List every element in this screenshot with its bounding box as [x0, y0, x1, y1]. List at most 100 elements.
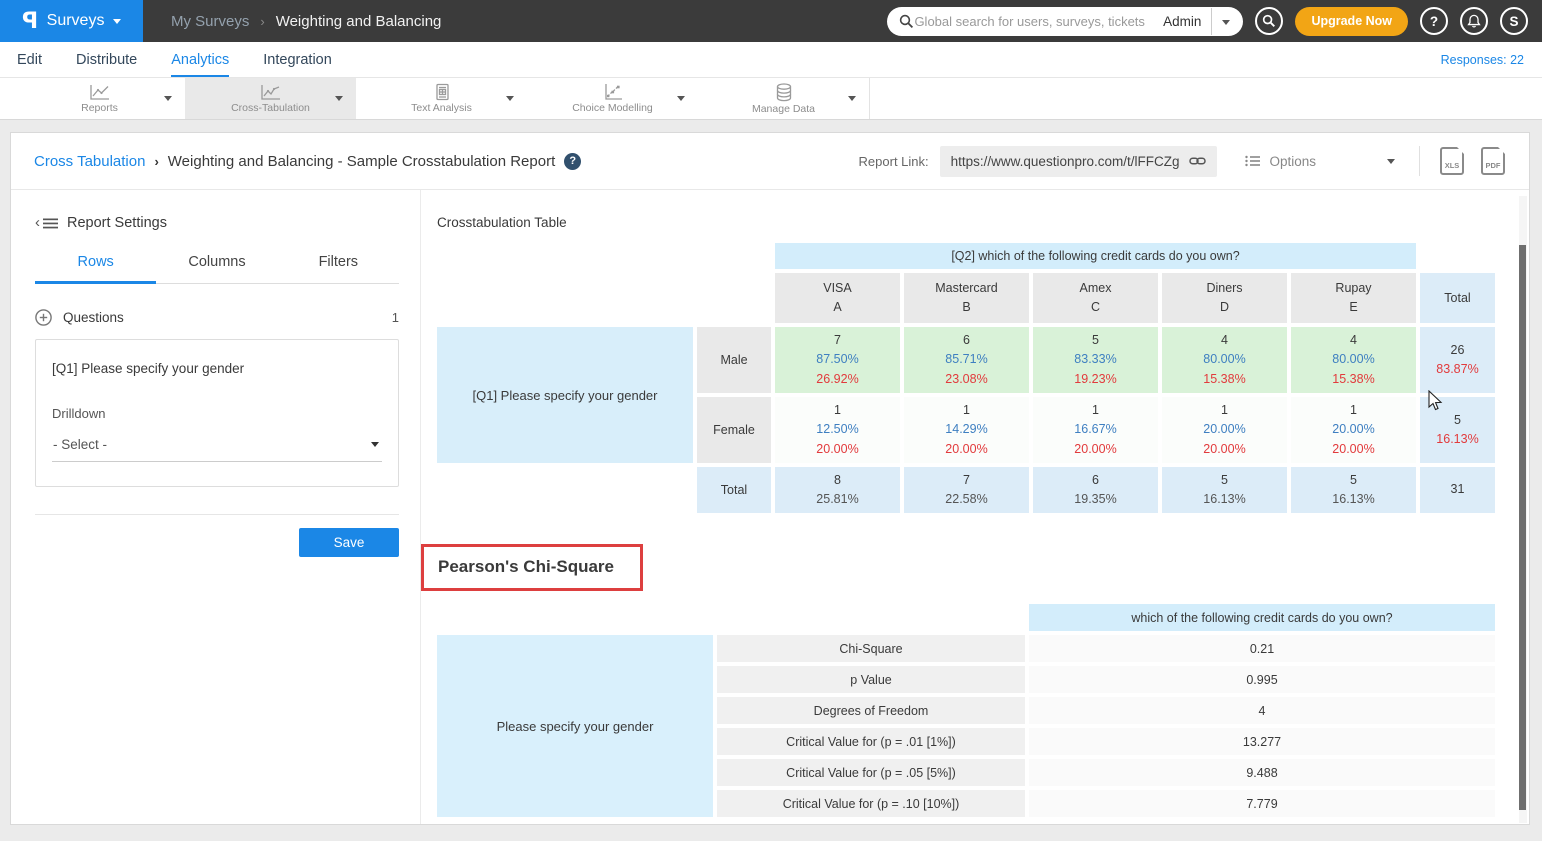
- toolbar-item-text-analysis[interactable]: Text Analysis: [356, 78, 527, 119]
- options-dropdown[interactable]: Options: [1245, 154, 1395, 169]
- chevron-down-icon[interactable]: [506, 96, 514, 101]
- chevron-down-icon[interactable]: [335, 96, 343, 101]
- line-chart-icon: [88, 84, 111, 101]
- chi-column-header: which of the following credit cards do y…: [1029, 604, 1495, 631]
- toolbar-item-reports[interactable]: Reports: [14, 78, 185, 119]
- drilldown-select[interactable]: - Select -: [52, 426, 382, 462]
- chi-stat-value: 0.995: [1029, 666, 1495, 693]
- cross-tabulation-link[interactable]: Cross Tabulation: [34, 153, 145, 170]
- column-header: MastercardB: [904, 273, 1029, 323]
- breadcrumb-parent[interactable]: My Surveys: [171, 13, 249, 30]
- crosstab-cell: 114.29%20.00%: [904, 397, 1029, 463]
- export-xls-button[interactable]: XLS: [1440, 147, 1464, 175]
- tab-filters[interactable]: Filters: [278, 254, 399, 284]
- drilldown-label: Drilldown: [52, 406, 382, 421]
- annotation-highlight-box: Pearson's Chi-Square: [421, 544, 643, 591]
- chi-stat-value: 0.21: [1029, 635, 1495, 662]
- grand-total-cell: 31: [1420, 467, 1495, 513]
- vertical-scrollbar[interactable]: [1519, 245, 1526, 810]
- link-icon[interactable]: [1189, 155, 1206, 167]
- chi-stat-value: 7.779: [1029, 790, 1495, 817]
- pdf-icon: PDF: [1486, 161, 1501, 170]
- breadcrumb-separator: ›: [154, 154, 158, 169]
- document-grid-icon: [433, 83, 451, 101]
- database-icon: [774, 83, 794, 102]
- crosstab-cell: 685.71%23.08%: [904, 327, 1029, 393]
- chi-stat-label: Chi-Square: [717, 635, 1025, 662]
- brand-label: Surveys: [47, 12, 105, 30]
- report-link-label: Report Link:: [859, 154, 929, 169]
- toolbar-item-label: Manage Data: [752, 103, 815, 115]
- column-header: VISAA: [775, 273, 900, 323]
- report-url[interactable]: https://www.questionpro.com/t/lFFCZg: [951, 154, 1180, 169]
- global-search[interactable]: Admin: [887, 7, 1243, 36]
- menu-item-analytics[interactable]: Analytics: [171, 42, 229, 77]
- chevron-down-icon[interactable]: [164, 96, 172, 101]
- avatar-initial: S: [1509, 14, 1518, 29]
- crosstab-cell: 112.50%20.00%: [775, 397, 900, 463]
- drilldown-value: - Select -: [53, 437, 107, 452]
- column-group-header: [Q2] which of the following credit cards…: [775, 243, 1416, 269]
- tab-columns[interactable]: Columns: [156, 254, 277, 284]
- surveys-product-switcher[interactable]: P Surveys: [0, 0, 143, 42]
- search-button[interactable]: [1255, 7, 1283, 35]
- chi-stat-value: 9.488: [1029, 759, 1495, 786]
- questions-label: Questions: [63, 310, 124, 325]
- crosstab-cell: 116.67%20.00%: [1033, 397, 1158, 463]
- toolbar-item-label: Reports: [81, 102, 118, 114]
- column-total-cell: 825.81%: [775, 467, 900, 513]
- search-scope-value: Admin: [1163, 14, 1211, 29]
- column-header: RupayE: [1291, 273, 1416, 323]
- user-avatar[interactable]: S: [1500, 7, 1528, 35]
- chi-stat-label: Critical Value for (p = .05 [5%]): [717, 759, 1025, 786]
- export-pdf-button[interactable]: PDF: [1481, 147, 1505, 175]
- help-button[interactable]: ?: [1420, 7, 1448, 35]
- menu-item-integration[interactable]: Integration: [263, 42, 332, 77]
- questions-count: 1: [392, 310, 399, 325]
- menu-item-distribute[interactable]: Distribute: [76, 42, 137, 77]
- menu-item-edit[interactable]: Edit: [17, 42, 42, 77]
- search-scope-dropdown[interactable]: [1212, 12, 1234, 30]
- chevron-down-icon: [113, 19, 121, 24]
- notifications-button[interactable]: [1460, 7, 1488, 35]
- row-label: Male: [697, 327, 771, 393]
- save-button[interactable]: Save: [299, 528, 399, 557]
- breadcrumb: My Surveys › Weighting and Balancing: [171, 13, 441, 30]
- toolbar-item-cross-tabulation[interactable]: Cross-Tabulation: [185, 78, 356, 119]
- help-icon[interactable]: ?: [564, 153, 581, 170]
- search-input[interactable]: [914, 14, 1163, 29]
- responses-count: Responses: 22: [1441, 42, 1542, 77]
- chi-stat-label: p Value: [717, 666, 1025, 693]
- toolbar-item-label: Text Analysis: [411, 102, 472, 114]
- search-icon: [1262, 14, 1276, 28]
- upgrade-now-button[interactable]: Upgrade Now: [1295, 7, 1408, 36]
- add-circle-icon[interactable]: [35, 309, 52, 326]
- toolbar-item-manage-data[interactable]: Manage Data: [698, 78, 869, 119]
- column-header: DinersD: [1162, 273, 1287, 323]
- crosstab-table: [Q2] which of the following credit cards…: [433, 239, 1499, 517]
- collapse-sidebar-button[interactable]: ‹: [35, 218, 58, 229]
- options-label: Options: [1269, 154, 1316, 169]
- total-row-label: Total: [697, 467, 771, 513]
- sidebar-title: Report Settings: [67, 215, 167, 231]
- chevron-down-icon[interactable]: [677, 96, 685, 101]
- toolbar-item-choice-modelling[interactable]: Choice Modelling: [527, 78, 698, 119]
- column-total-cell: 619.35%: [1033, 467, 1158, 513]
- report-url-box[interactable]: https://www.questionpro.com/t/lFFCZg: [940, 146, 1218, 177]
- chevron-down-icon[interactable]: [848, 96, 856, 101]
- settings-tabs: Rows Columns Filters: [35, 254, 399, 284]
- question-text: [Q1] Please specify your gender: [52, 361, 382, 376]
- crosstab-cell: 120.00%20.00%: [1291, 397, 1416, 463]
- divider: [1419, 146, 1420, 176]
- survey-menu: Edit Distribute Analytics Integration Re…: [0, 42, 1542, 78]
- chevron-down-icon: [1387, 159, 1395, 164]
- breadcrumb-current: Weighting and Balancing: [276, 13, 442, 30]
- chi-stat-label: Critical Value for (p = .10 [10%]): [717, 790, 1025, 817]
- breadcrumb-separator: ›: [260, 14, 264, 29]
- tab-rows[interactable]: Rows: [35, 254, 156, 284]
- scatter-chart-icon: [602, 83, 624, 101]
- toolbar-item-label: Choice Modelling: [572, 102, 653, 114]
- total-column-header: Total: [1420, 273, 1495, 323]
- chi-square-section-title: Pearson's Chi-Square: [438, 557, 614, 576]
- crosstab-cell: 583.33%19.23%: [1033, 327, 1158, 393]
